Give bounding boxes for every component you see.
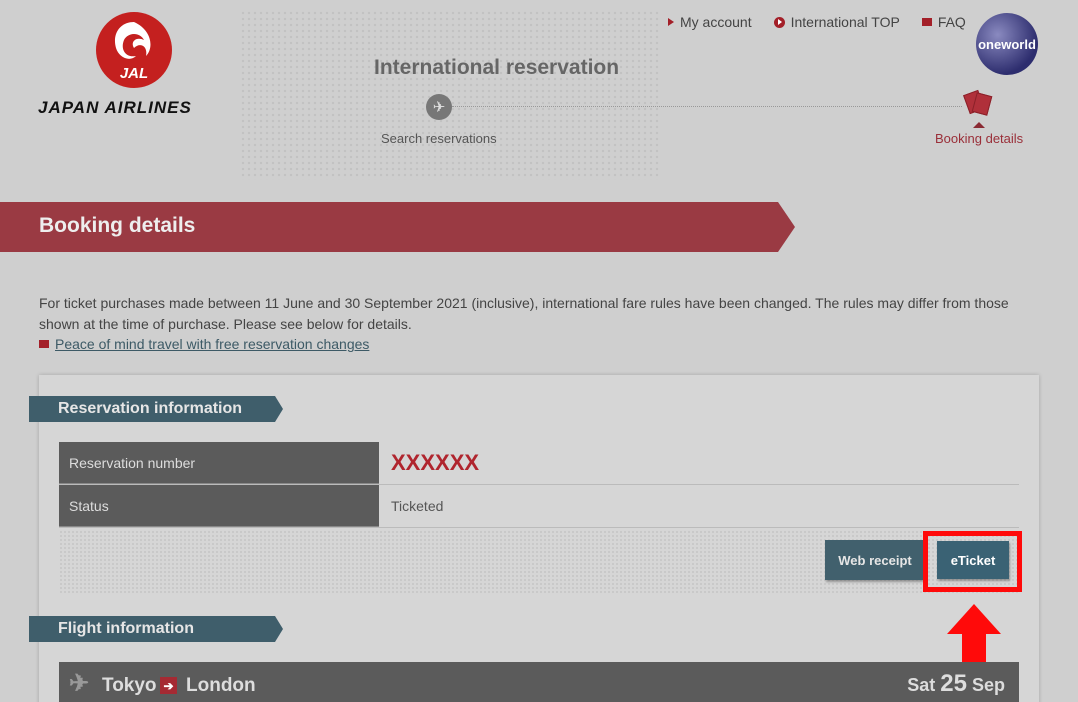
square-bullet-icon [921, 18, 932, 26]
plane-step-icon: ✈ [426, 94, 452, 120]
top-nav: My account International TOP FAQ [668, 14, 966, 30]
status-value: Ticketed [391, 498, 444, 514]
world-map-background [240, 10, 660, 180]
step-search-label: Search reservations [381, 131, 497, 146]
banner-title: Booking details [39, 214, 196, 237]
triangle-bullet-icon [668, 18, 674, 26]
section-flight-info: Flight information [29, 616, 283, 642]
brand-name: JAPAN AIRLINES [38, 98, 192, 117]
flight-month: Sep [971, 675, 1005, 695]
page-title: International reservation [374, 56, 620, 79]
status-label: Status [59, 485, 379, 527]
destination-city: London [186, 675, 256, 696]
flight-weekday: Sat [907, 675, 936, 695]
crane-logo-icon: JAL [96, 12, 172, 88]
plane-icon: ✈ [69, 670, 90, 697]
reservation-table: Reservation number XXXXXX Status Tickete… [59, 442, 1019, 528]
flight-segment-header[interactable]: ✈ Tokyo ➔ London Sat 25 Sep [59, 662, 1019, 702]
section-reservation-info: Reservation information [29, 396, 283, 422]
flight-day: 25 [940, 670, 967, 697]
up-arrow-annotation-icon [947, 604, 1001, 669]
origin-city: Tokyo [102, 675, 157, 696]
fare-rules-notice: For ticket purchases made between 11 Jun… [39, 295, 1009, 332]
current-step-marker [973, 122, 985, 128]
route-arrow-icon: ➔ [160, 677, 177, 694]
square-bullet-icon [39, 340, 49, 348]
nav-faq[interactable]: FAQ [921, 14, 966, 30]
oneworld-logo[interactable]: oneworld [976, 13, 1038, 75]
flight-date: Sat 25 Sep [907, 670, 1005, 698]
jal-logo[interactable]: JAL JAPAN AIRLINES [38, 12, 238, 122]
table-row: Reservation number XXXXXX [59, 442, 1019, 485]
reservation-number-value: XXXXXX [391, 450, 480, 475]
ticket-step-icon [963, 89, 993, 116]
eticket-button[interactable]: eTicket [937, 541, 1009, 579]
nav-international-top[interactable]: International TOP [773, 14, 900, 30]
svg-text:JAL: JAL [120, 65, 148, 82]
step-booking-label: Booking details [935, 131, 1024, 146]
reservation-number-label: Reservation number [59, 442, 379, 484]
step-progress-line [452, 106, 962, 107]
table-row: Status Ticketed [59, 485, 1019, 528]
circle-arrow-icon [773, 16, 785, 28]
nav-my-account[interactable]: My account [668, 14, 752, 30]
free-changes-link[interactable]: Peace of mind travel with free reservati… [39, 336, 369, 352]
web-receipt-button[interactable]: Web receipt [825, 540, 925, 580]
